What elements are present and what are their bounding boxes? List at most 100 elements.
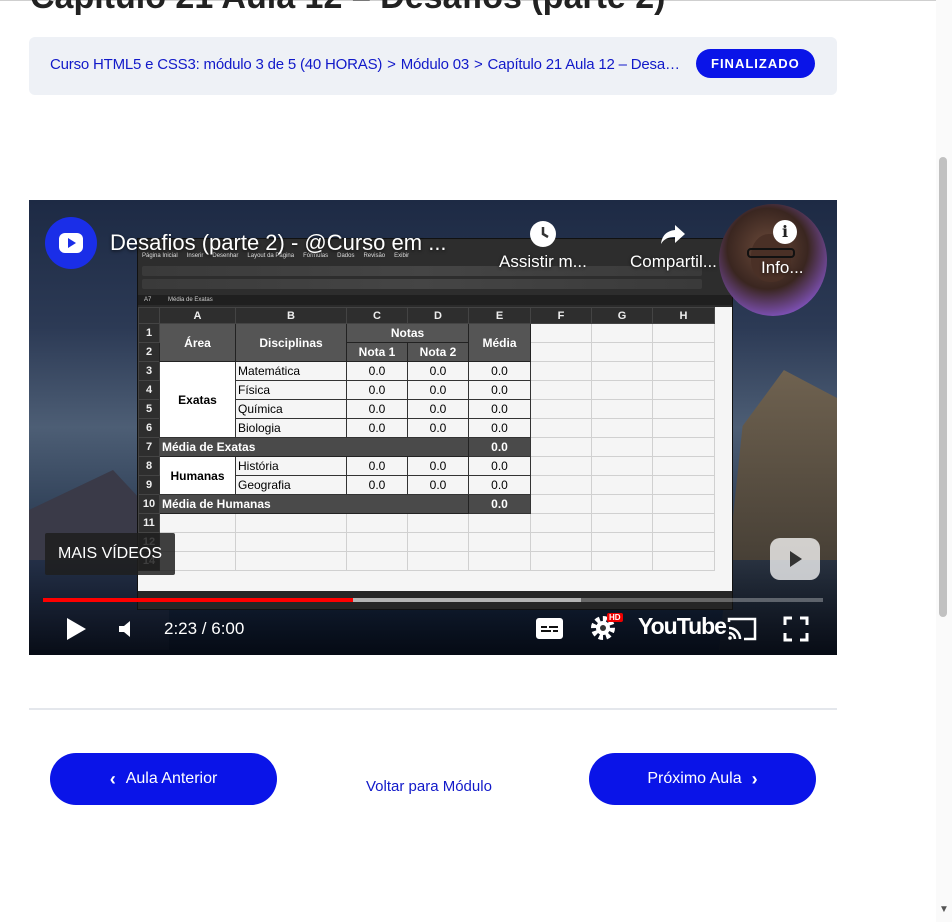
header-notas: Notas [346,323,469,343]
breadcrumb-module-link[interactable]: Módulo 03 [401,56,469,73]
grade-cell: 0.0 [407,418,469,438]
next-lesson-button[interactable]: Próximo Aula › [589,753,816,805]
cell-reference: A7 [144,297,152,303]
watch-later-label: Assistir m... [499,252,587,271]
scrollbar-thumb[interactable] [939,157,947,617]
empty-cell [530,361,592,381]
row-header: 8 [138,456,160,476]
empty-cell [591,437,653,457]
grade-cell: 0.0 [407,361,469,381]
row-header: 3 [138,361,160,381]
page-scrollbar[interactable]: ▼ [936,0,952,922]
breadcrumb-separator: > [473,56,483,73]
row-header: 5 [138,399,160,419]
empty-cell [530,437,592,457]
ribbon-toolbar [142,279,702,289]
previous-lesson-button[interactable]: ‹ Aula Anterior [50,753,277,805]
empty-cell [652,418,715,438]
chevron-left-icon: ‹ [109,768,116,789]
spreadsheet-window: Página Inicial Inserir Desenhar Layout da P… [137,238,733,610]
summary-value-humanas: 0.0 [468,494,531,514]
row-header: 11 [138,513,160,533]
discipline-cell: Matemática [235,361,347,381]
play-icon[interactable] [67,618,86,640]
previous-lesson-label: Aula Anterior [125,770,218,787]
scroll-down-arrow-icon[interactable]: ▼ [939,904,949,915]
video-title[interactable]: Desafios (parte 2) - @Curso em ... [110,230,447,256]
youtube-logo[interactable]: YouTube [638,613,727,640]
video-player[interactable]: Página Inicial Inserir Desenhar Layout da P… [29,200,837,655]
row-header: 2 [138,342,160,362]
column-header: C [346,307,408,324]
cast-icon[interactable] [726,616,758,642]
average-cell: 0.0 [468,418,531,438]
grade-cell: 0.0 [346,418,408,438]
area-label-humanas: Humanas [159,456,236,495]
time-display: 2:23 / 6:00 [164,619,245,638]
empty-cell [530,380,592,400]
more-videos-button[interactable]: MAIS VÍDEOS [45,533,176,575]
share-icon [630,220,717,252]
channel-watermark-icon[interactable] [770,538,820,580]
chevron-right-icon: › [751,768,758,789]
empty-cell [652,361,715,381]
column-header: H [652,307,715,324]
grade-cell: 0.0 [407,399,469,419]
empty-cell [652,342,715,362]
info-label[interactable]: Info... [761,258,804,278]
breadcrumb-lesson-link[interactable]: Capítulo 21 Aula 12 – Desafios (parte 2) [488,56,680,73]
grade-cell: 0.0 [407,475,469,495]
corner-cell [138,307,160,324]
formula-text: Média de Exatas [168,297,213,303]
empty-cell [652,437,715,457]
summary-label-exatas: Média de Exatas [159,437,469,457]
empty-cell [652,494,715,514]
status-badge: FINALIZADO [696,49,815,78]
empty-cell [652,475,715,495]
header-disciplinas: Disciplinas [235,323,347,362]
progress-bar[interactable] [43,598,823,602]
column-header: G [591,307,653,324]
discipline-cell: Biologia [235,418,347,438]
row-header: 7 [138,437,160,457]
empty-cell [652,399,715,419]
summary-value-exatas: 0.0 [468,437,531,457]
empty-cell [652,323,715,343]
header-nota1: Nota 1 [346,342,408,362]
fullscreen-icon[interactable] [783,616,809,642]
grade-cell: 0.0 [346,399,408,419]
subtitles-icon[interactable] [536,618,563,639]
discipline-cell: Física [235,380,347,400]
empty-cell [591,361,653,381]
breadcrumb-separator: > [387,56,396,73]
clock-icon [499,220,587,252]
hd-badge: HD [607,613,623,622]
empty-cell [591,418,653,438]
column-header: F [530,307,592,324]
grade-cell: 0.0 [407,456,469,476]
info-icon[interactable]: i [773,220,797,244]
empty-cell [591,494,653,514]
empty-cell [591,380,653,400]
empty-cell [530,456,592,476]
formula-bar: A7 Média de Exatas [138,295,732,305]
share-button[interactable]: Compartil... [630,220,717,272]
discipline-cell: História [235,456,347,476]
watch-later-button[interactable]: Assistir m... [499,220,587,272]
breadcrumb-course-link[interactable]: Curso HTML5 e CSS3: módulo 3 de 5 (40 HO… [50,56,382,73]
discipline-cell: Geografia [235,475,347,495]
volume-icon[interactable] [117,618,139,640]
empty-cell [530,475,592,495]
header-nota2: Nota 2 [407,342,469,362]
presenter-glasses [747,248,795,258]
average-cell: 0.0 [468,456,531,476]
grade-cell: 0.0 [346,475,408,495]
ribbon-toolbar [142,266,702,276]
column-header: E [468,307,531,324]
back-to-module-link[interactable]: Voltar para Módulo [366,778,492,795]
channel-avatar[interactable] [45,217,97,269]
empty-cell [591,323,653,343]
average-cell: 0.0 [468,399,531,419]
grade-cell: 0.0 [346,361,408,381]
empty-cell [591,475,653,495]
